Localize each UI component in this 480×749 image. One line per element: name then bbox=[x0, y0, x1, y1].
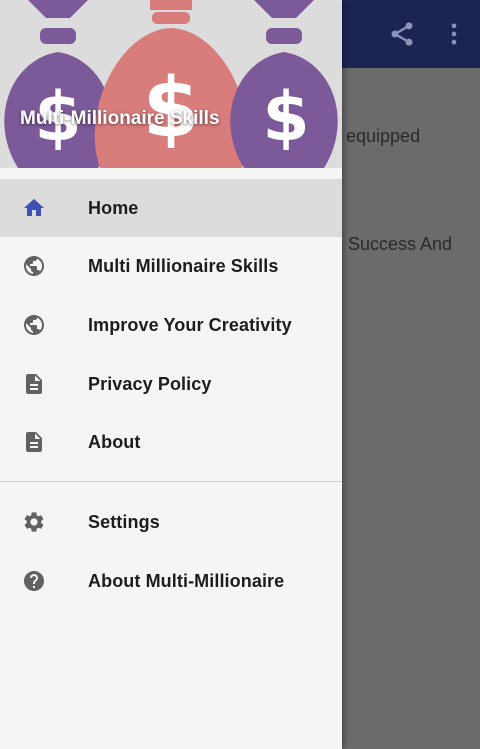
menu-item-about[interactable]: About bbox=[0, 413, 342, 471]
content-text-line: Success And bbox=[348, 234, 453, 254]
more-vert-icon[interactable] bbox=[440, 20, 468, 48]
menu-item-label: About Multi-Millionaire bbox=[88, 570, 285, 591]
svg-text:$: $ bbox=[262, 78, 309, 157]
globe-icon bbox=[24, 315, 44, 335]
menu-item-home[interactable]: Home bbox=[0, 179, 342, 237]
drawer-header: $ $ $ Multi-Millionaire Skills bbox=[0, 0, 342, 168]
menu-divider bbox=[0, 481, 342, 482]
document-icon bbox=[26, 432, 42, 452]
document-icon bbox=[26, 374, 42, 394]
home-icon bbox=[24, 199, 44, 216]
menu-item-label: Improve Your Creativity bbox=[88, 314, 292, 335]
menu-item-label: Home bbox=[88, 197, 139, 218]
menu-item-label: Multi Millionaire Skills bbox=[88, 255, 279, 276]
menu-item-about-multi-millionaire[interactable]: About Multi-Millionaire bbox=[0, 552, 342, 610]
content-text-line: equipped bbox=[346, 126, 421, 146]
globe-icon bbox=[24, 256, 44, 276]
menu-item-improve-your-creativity[interactable]: Improve Your Creativity bbox=[0, 296, 342, 354]
menu-item-label: About bbox=[88, 431, 141, 452]
gear-icon bbox=[24, 512, 44, 532]
menu-item-multi-millionaire-skills[interactable]: Multi Millionaire Skills bbox=[0, 237, 342, 295]
navigation-drawer: $ $ $ Multi-Millionaire Skills Home Mult… bbox=[0, 0, 342, 749]
menu-item-settings[interactable]: Settings bbox=[0, 493, 342, 551]
menu-item-privacy-policy[interactable]: Privacy Policy bbox=[0, 355, 342, 413]
menu-item-label: Settings bbox=[88, 511, 160, 532]
drawer-header-title: Multi-Millionaire Skills bbox=[20, 108, 220, 129]
help-icon bbox=[24, 571, 44, 591]
share-icon[interactable] bbox=[388, 20, 416, 48]
menu-item-label: Privacy Policy bbox=[88, 373, 212, 394]
money-bags-image: $ $ $ bbox=[0, 0, 342, 168]
